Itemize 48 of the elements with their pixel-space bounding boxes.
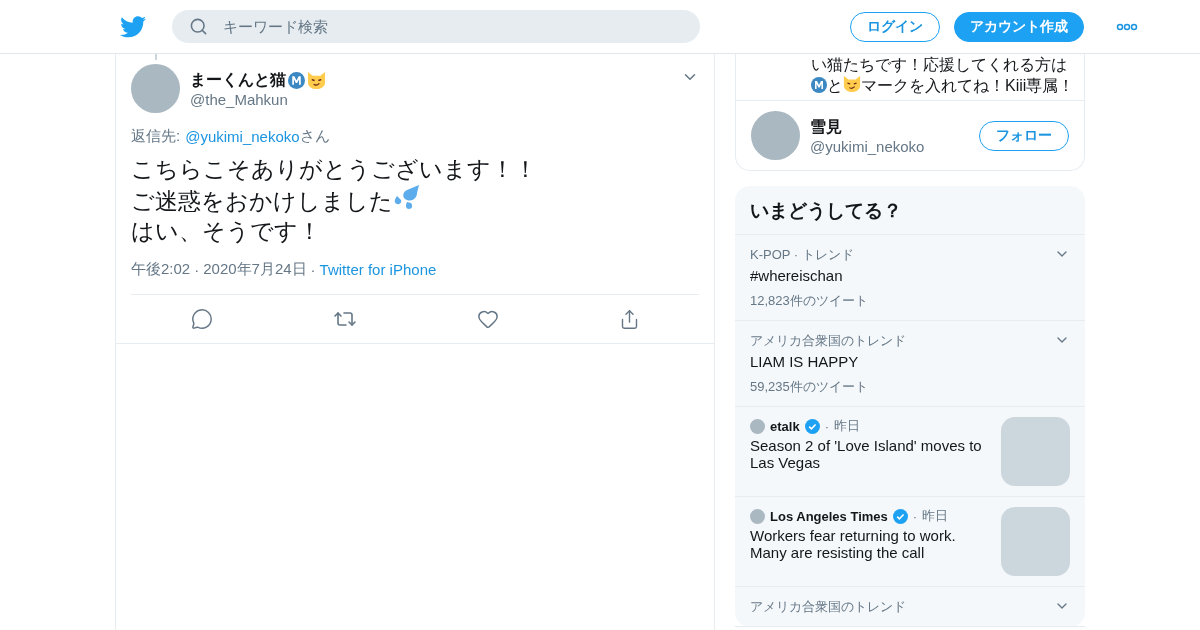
trend-context: K-POP · トレンド xyxy=(750,246,855,264)
bio-text: い猫たちです！応援してくれる方は xyxy=(811,56,1067,73)
search-icon xyxy=(189,17,208,36)
bio-text: と xyxy=(827,77,843,94)
tweet-text: こちらこそありがとうございます！！ xyxy=(131,156,537,182)
user-handle: @yukimi_nekoko xyxy=(810,137,926,155)
cat-face-icon xyxy=(307,70,326,90)
tweet-count: 59,235件のツイート xyxy=(750,378,869,396)
sweat-drops-icon xyxy=(393,184,421,212)
source-avatar xyxy=(750,508,765,524)
user-handle: @the_Mahkun xyxy=(190,90,289,108)
source-avatar xyxy=(750,418,765,434)
tweet-text: はい、そうです！ xyxy=(131,218,321,244)
news-time: 昨日 xyxy=(834,417,860,435)
separator-dot: · xyxy=(824,418,829,434)
separator-dot: · xyxy=(912,508,918,524)
cat-face-icon xyxy=(843,75,861,93)
display-name[interactable]: 雪見 xyxy=(810,116,969,138)
m-circle-icon xyxy=(811,77,827,93)
separator-dot: · xyxy=(310,261,316,278)
m-circle-icon xyxy=(288,71,305,89)
reply-label: 返信先: xyxy=(131,127,181,146)
news-source: etalk xyxy=(770,418,800,434)
trend-context: アメリカ合衆国のトレンド xyxy=(750,332,907,350)
more-icon[interactable] xyxy=(1116,22,1138,31)
news-thumbnail xyxy=(1001,417,1070,486)
trends-title: いまどうしてる？ xyxy=(735,186,1085,235)
news-thumbnail xyxy=(1001,507,1070,576)
news-headline[interactable]: Workers fear returning to work. Many are resisting the call xyxy=(750,527,991,561)
news-time: 昨日 xyxy=(922,507,949,525)
trend-title[interactable]: LIAM IS HAPPY xyxy=(750,353,1044,370)
separator-dot: · xyxy=(194,261,200,278)
tweet-text: ご迷惑をおかけしました xyxy=(131,188,393,214)
like-icon[interactable] xyxy=(477,308,499,330)
trend-title[interactable]: #whereischan xyxy=(750,267,1044,284)
news-headline[interactable]: Season 2 of 'Love Island' moves to Las Vegas xyxy=(750,437,991,471)
search-field[interactable]: キーワード検索 xyxy=(172,10,700,43)
bird-logo[interactable] xyxy=(120,15,146,38)
reply-suffix: さん xyxy=(299,127,330,146)
share-icon[interactable] xyxy=(619,308,640,330)
display-name[interactable]: まーくんと猫 xyxy=(190,69,286,91)
tweet-time: 午後2:02 xyxy=(131,260,191,279)
trend-context: アメリカ合衆国のトレンド xyxy=(750,598,907,616)
tweet-count: 12,823件のツイート xyxy=(750,292,869,310)
reply-icon[interactable] xyxy=(191,308,213,330)
news-source: Los Angeles Times xyxy=(770,508,888,524)
bio-text: マークを入れてね！Kiii専属！ xyxy=(861,77,1075,94)
tweet-date: 2020年7月24日 xyxy=(203,260,307,279)
